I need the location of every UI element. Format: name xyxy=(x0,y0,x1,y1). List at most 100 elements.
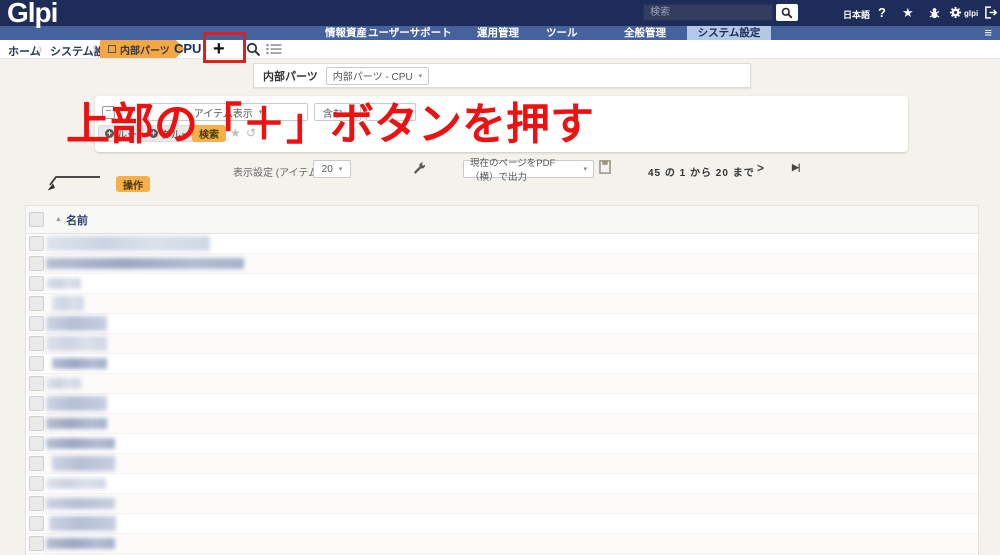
table-row xyxy=(26,294,978,314)
menu-assets[interactable]: 情報資産 xyxy=(325,26,367,40)
row-checkbox[interactable] xyxy=(29,236,44,251)
itemtype-selector-panel: 内部パーツ 内部パーツ - CPU ▾ xyxy=(253,63,751,88)
redacted-name-cell xyxy=(52,456,115,471)
redacted-name-cell xyxy=(46,236,210,251)
language-selector[interactable]: 日本語 xyxy=(843,8,870,21)
search-mode-icon[interactable] xyxy=(246,42,261,57)
annotation-text: 上部の「＋」ボタンを押す xyxy=(66,88,594,152)
row-checkbox[interactable] xyxy=(29,356,44,371)
redacted-name-cell xyxy=(46,396,107,411)
bookmark-star-icon[interactable]: ★ xyxy=(902,5,914,21)
export-save-icon[interactable] xyxy=(599,160,611,174)
results-table: ▲ 名前 xyxy=(25,205,979,555)
glpi-logo[interactable]: Glpi xyxy=(7,0,57,29)
last-page-icon[interactable]: ▶| xyxy=(792,162,799,173)
table-header: ▲ 名前 xyxy=(26,206,978,234)
menu-management[interactable]: 運用管理 xyxy=(477,26,519,40)
row-checkbox[interactable] xyxy=(29,376,44,391)
row-checkbox[interactable] xyxy=(29,276,44,291)
table-row xyxy=(26,474,978,494)
row-checkbox[interactable] xyxy=(29,456,44,471)
redacted-name-cell xyxy=(46,316,107,331)
breadcrumb-devices-badge[interactable]: 内部パーツ xyxy=(100,40,185,58)
table-row xyxy=(26,334,978,354)
row-checkbox[interactable] xyxy=(29,256,44,271)
logout-icon[interactable] xyxy=(984,6,998,19)
export-dropdown[interactable]: 現在のページをPDF（横）で出力 ▾ xyxy=(463,160,594,178)
redacted-name-cell xyxy=(46,538,115,549)
table-row xyxy=(26,234,978,254)
massive-action-arrow-icon xyxy=(42,174,104,192)
glpi-app: 日本語 ? ★ glpi Glpi 情報資産 ユーザーサポート 運用管理 ツール… xyxy=(0,0,1000,555)
row-checkbox[interactable] xyxy=(29,336,44,351)
sort-asc-icon[interactable]: ▲ xyxy=(55,216,62,223)
topbar: 日本語 ? ★ glpi xyxy=(0,0,1000,26)
breadcrumb-home[interactable]: ホーム xyxy=(8,43,41,59)
table-row xyxy=(26,414,978,434)
main-menu: 情報資産 ユーザーサポート 運用管理 ツール 全般管理 システム設定 ≡ xyxy=(0,26,1000,40)
row-checkbox[interactable] xyxy=(29,496,44,511)
items-per-page-value: 20 xyxy=(322,164,333,175)
redacted-name-cell xyxy=(46,336,107,351)
menu-tools[interactable]: ツール xyxy=(546,26,578,40)
redacted-name-cell xyxy=(46,418,107,429)
bug-icon[interactable] xyxy=(928,6,941,19)
list-mode-icon[interactable] xyxy=(266,43,282,55)
table-row xyxy=(26,274,978,294)
itemtype-dropdown-value: 内部パーツ - CPU xyxy=(333,68,413,83)
row-checkbox[interactable] xyxy=(29,316,44,331)
next-page-icon[interactable]: > xyxy=(757,161,764,175)
row-checkbox[interactable] xyxy=(29,436,44,451)
breadcrumb: ホーム › システム設定 › 内部パーツ CPU + xyxy=(0,40,1000,59)
row-checkbox[interactable] xyxy=(29,416,44,431)
column-header-name[interactable]: 名前 xyxy=(66,212,88,228)
massive-action-button[interactable]: 操作 xyxy=(116,176,150,192)
redacted-name-cell xyxy=(52,358,107,369)
username[interactable]: glpi xyxy=(964,9,978,18)
chevron-right-icon: › xyxy=(92,39,96,58)
settings-gear-icon[interactable] xyxy=(949,6,962,19)
itemtype-dropdown[interactable]: 内部パーツ - CPU ▾ xyxy=(326,67,429,85)
menu-administration[interactable]: 全般管理 xyxy=(624,26,666,40)
menu-helpdesk[interactable]: ユーザーサポート xyxy=(368,26,452,40)
redacted-name-cell xyxy=(46,278,81,289)
redacted-name-cell xyxy=(49,516,116,531)
row-checkbox[interactable] xyxy=(29,516,44,531)
chevron-down-icon: ▾ xyxy=(583,165,587,173)
table-body xyxy=(26,234,978,555)
row-checkbox[interactable] xyxy=(29,296,44,311)
table-row xyxy=(26,534,978,554)
global-search-input[interactable] xyxy=(643,4,773,21)
table-row xyxy=(26,514,978,534)
table-row xyxy=(26,494,978,514)
table-row xyxy=(26,434,978,454)
row-checkbox[interactable] xyxy=(29,396,44,411)
breadcrumb-current-cpu: CPU xyxy=(174,41,201,56)
redacted-name-cell xyxy=(46,478,106,489)
search-icon xyxy=(781,7,793,19)
select-all-checkbox[interactable] xyxy=(29,212,44,227)
redacted-name-cell xyxy=(46,258,244,269)
table-row xyxy=(26,454,978,474)
menu-setup-active[interactable]: システム設定 xyxy=(687,26,771,40)
redacted-name-cell xyxy=(52,296,84,311)
pagination-status: 45 の 1 から 20 まで xyxy=(648,164,755,179)
hamburger-icon[interactable]: ≡ xyxy=(984,26,992,40)
items-per-page-dropdown[interactable]: 20 ▾ xyxy=(313,160,351,178)
itemtype-label: 内部パーツ xyxy=(263,68,318,84)
breadcrumb-devices-label: 内部パーツ xyxy=(120,42,170,57)
row-checkbox[interactable] xyxy=(29,476,44,491)
row-checkbox[interactable] xyxy=(29,536,44,551)
search-options-wrench-icon[interactable] xyxy=(413,161,426,175)
help-icon[interactable]: ? xyxy=(878,5,886,20)
table-row xyxy=(26,254,978,274)
global-search-button[interactable] xyxy=(776,4,798,21)
redacted-name-cell xyxy=(46,438,115,449)
table-row xyxy=(26,354,978,374)
square-icon xyxy=(108,45,116,53)
table-row xyxy=(26,314,978,334)
chevron-right-icon: › xyxy=(38,39,42,58)
chevron-down-icon: ▾ xyxy=(419,72,423,80)
table-row xyxy=(26,374,978,394)
export-dropdown-value: 現在のページをPDF（横）で出力 xyxy=(470,155,577,183)
